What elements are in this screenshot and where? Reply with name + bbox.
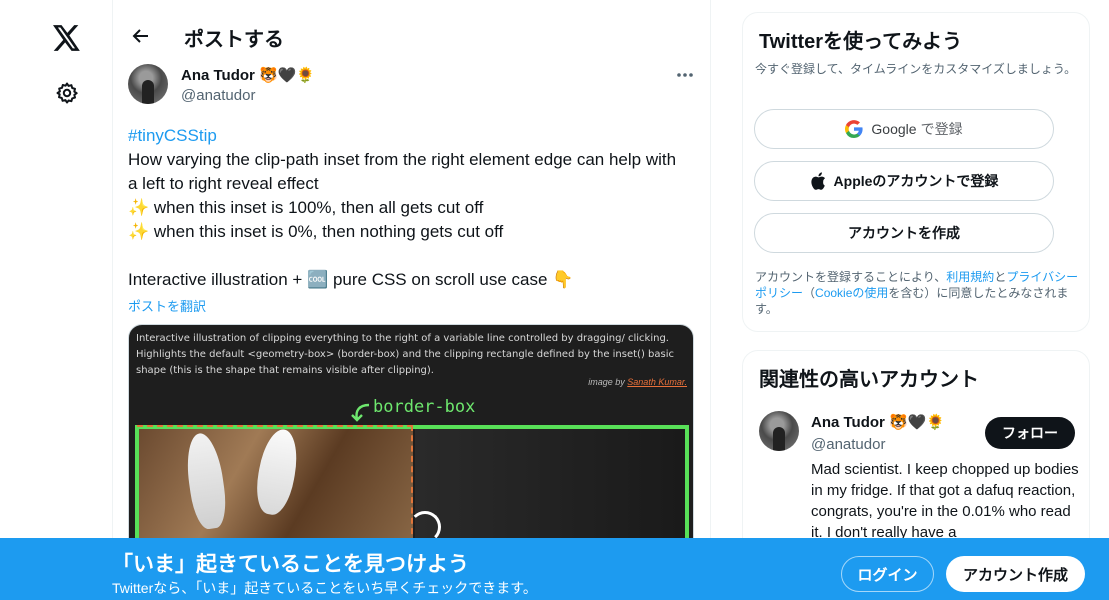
- signup-card-title: Twitterを使ってみよう: [759, 31, 963, 53]
- page-title: ポストする: [184, 29, 284, 51]
- apple-logo-icon: [810, 172, 826, 190]
- terms-notice: アカウントを登録することにより、利用規約とプライバシーポリシー（Cookieの使…: [755, 269, 1085, 317]
- tweet-line: a left to right reveal effect: [128, 174, 319, 193]
- apple-signup-label: Appleのアカウントで登録: [833, 173, 999, 189]
- tweet-text: #tinyCSStip How varying the clip-path in…: [128, 124, 698, 292]
- signup-banner: 「いま」起きていることを見つけよう Twitterなら、「いま」起きていることを…: [0, 538, 1109, 600]
- related-card-title: 関連性の高いアカウント: [759, 369, 979, 391]
- terms-link[interactable]: 利用規約: [946, 270, 994, 284]
- top-bar: ポストする: [113, 14, 712, 58]
- related-account-handle[interactable]: @anatudor: [811, 436, 885, 453]
- media-caption: Interactive illustration of clipping eve…: [136, 333, 674, 376]
- google-g-icon: [845, 120, 864, 138]
- related-account-name[interactable]: Ana Tudor 🐯🖤🌻: [811, 413, 945, 431]
- related-account-bio: Mad scientist. I keep chopped up bodies …: [811, 461, 1079, 541]
- gear-icon[interactable]: [46, 72, 88, 114]
- tweet-line: ✨ when this inset is 100%, then all gets…: [128, 198, 484, 217]
- google-signup-button[interactable]: Google で登録: [754, 109, 1054, 149]
- media-credit-name: Sanath Kumar.: [627, 377, 687, 387]
- author-handle[interactable]: @anatudor: [181, 87, 255, 104]
- hashtag-link[interactable]: #tinyCSStip: [128, 124, 698, 148]
- signup-card: Twitterを使ってみよう 今すぐ登録して、タイムラインをカスタマイズしましょ…: [742, 12, 1090, 332]
- google-signup-label: Google: [871, 121, 917, 137]
- curved-arrow-icon: [351, 403, 370, 422]
- cookie-link[interactable]: Cookieの使用: [815, 286, 888, 300]
- clip-rect-top-edge: [137, 425, 413, 427]
- tweet-line: ✨ when this inset is 0%, then nothing ge…: [128, 222, 504, 241]
- media-credit-prefix: image by: [588, 377, 625, 387]
- left-nav: [0, 0, 112, 600]
- avatar[interactable]: [128, 64, 168, 104]
- follow-button[interactable]: フォロー: [985, 417, 1075, 449]
- apple-signup-button[interactable]: Appleのアカウントで登録: [754, 161, 1054, 201]
- google-signup-suffix: で登録: [920, 121, 963, 137]
- arrow-left-icon[interactable]: [125, 20, 157, 52]
- author-name[interactable]: Ana Tudor 🐯🖤🌻: [181, 66, 315, 84]
- login-button[interactable]: ログイン: [841, 556, 934, 592]
- signup-button[interactable]: アカウント作成: [946, 556, 1085, 592]
- media-label: border-box: [373, 397, 476, 417]
- terms-and: と: [994, 270, 1007, 284]
- create-account-button[interactable]: アカウントを作成: [754, 213, 1054, 253]
- media-credit: image by Sanath Kumar.: [588, 377, 687, 387]
- terms-paren: （: [803, 286, 816, 300]
- avatar[interactable]: [759, 411, 799, 451]
- signup-card-subtitle: 今すぐ登録して、タイムラインをカスタマイズしましょう。: [755, 62, 1077, 76]
- more-horizontal-icon[interactable]: [668, 64, 702, 86]
- x-logo-icon[interactable]: [46, 17, 88, 59]
- terms-prefix: アカウントを登録することにより、: [755, 270, 947, 284]
- main-column: ポストする Ana Tudor 🐯🖤🌻 @anatudor #tinyCSSti…: [112, 0, 711, 600]
- create-account-label: アカウントを作成: [848, 225, 960, 241]
- tweet-media[interactable]: Interactive illustration of clipping eve…: [128, 324, 694, 554]
- translate-link[interactable]: ポストを翻訳: [128, 296, 206, 315]
- banner-title: 「いま」起きていることを見つけよう: [112, 553, 469, 576]
- tweet-line: How varying the clip-path inset from the…: [128, 150, 677, 169]
- banner-subtitle: Twitterなら、「いま」起きていることをいち早くチェックできます。: [112, 580, 537, 596]
- tweet-line: Interactive illustration + 🆒 pure CSS on…: [128, 270, 574, 289]
